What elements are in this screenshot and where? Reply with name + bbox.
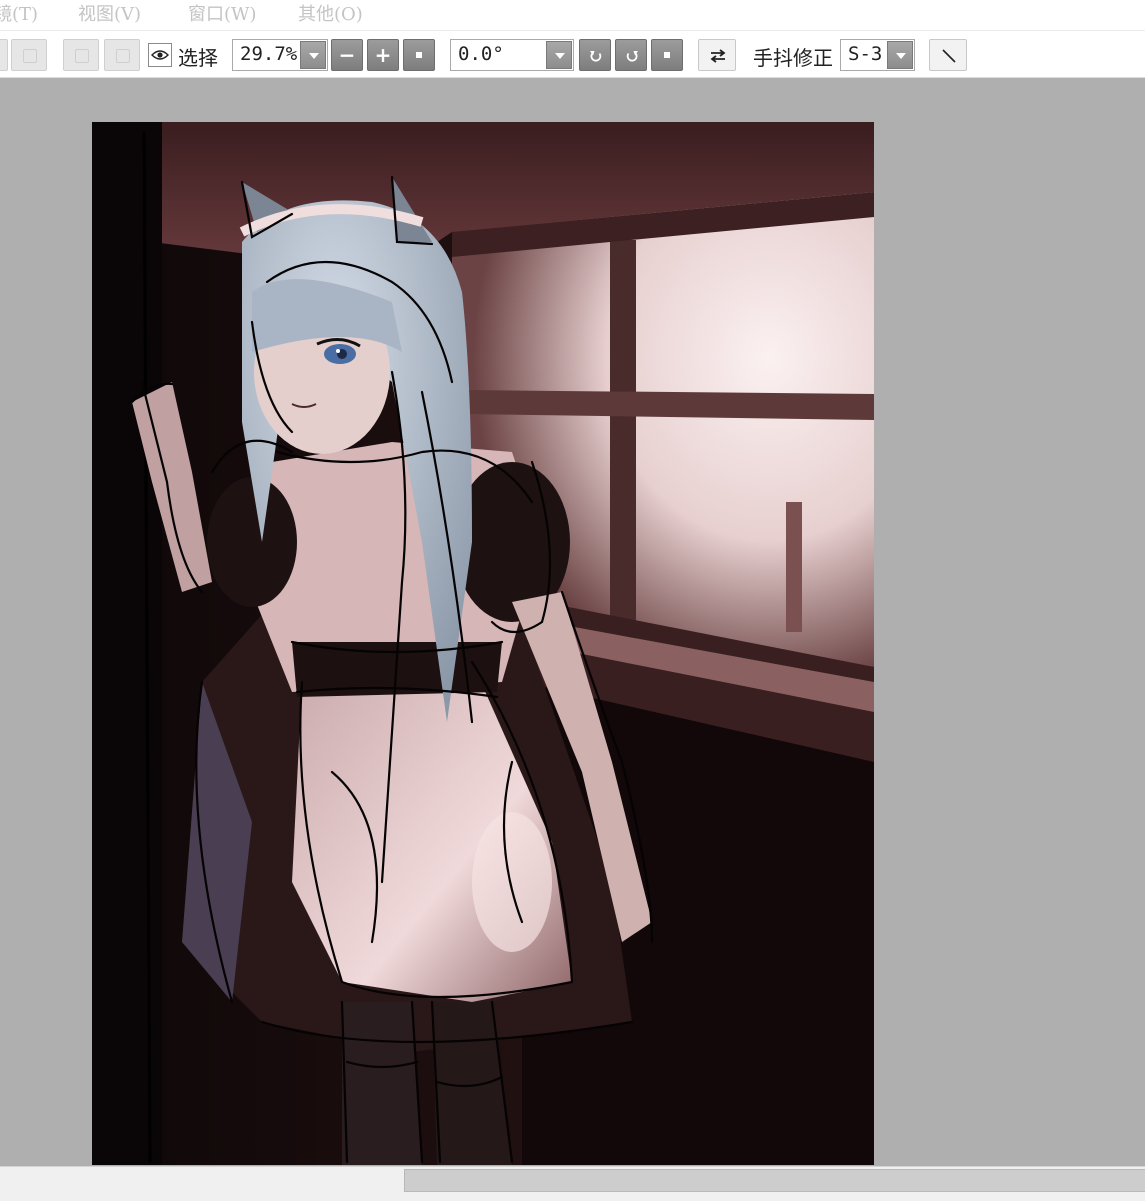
straight-line-icon [942,49,956,63]
deselect-icon [75,49,89,63]
artwork-maid-illustration [92,122,874,1165]
invert-selection-button[interactable] [104,39,140,71]
chevron-down-icon[interactable] [300,41,326,69]
rotate-left-button[interactable] [579,39,611,71]
invert-selection-icon [116,49,130,63]
stop-icon [664,52,670,58]
zoom-in-button[interactable]: + [367,39,399,71]
flip-horizontal-icon [710,49,726,63]
straight-line-button[interactable] [929,39,967,71]
horizontal-scrollbar[interactable] [0,1166,1145,1201]
eye-icon [151,50,169,60]
chevron-down-icon[interactable] [887,41,913,69]
selection-visibility-toggle[interactable] [148,43,172,67]
drawing-canvas[interactable] [92,122,874,1165]
redo-button[interactable] [11,39,47,71]
rotate-right-icon [626,51,638,62]
minus-icon: − [338,43,356,67]
select-label: 选择 [178,46,218,70]
menu-bar: 镜(T) 视图(V) 窗口(W) 其他(O) [0,0,1145,31]
zoom-select[interactable]: 29.7% [232,39,328,71]
stabilizer-value: S-3 [848,43,883,65]
rotate-right-button[interactable] [615,39,647,71]
flip-horizontal-button[interactable] [698,39,736,71]
plus-icon: + [374,43,392,67]
menu-item-other[interactable]: 其他(O) [298,0,363,26]
rotation-select[interactable]: 0.0° [450,39,574,71]
rotation-value: 0.0° [458,43,504,65]
stabilizer-label: 手抖修正 [753,46,833,70]
toolbar-button-disabled[interactable] [0,39,8,71]
stabilizer-select[interactable]: S-3 [840,39,915,71]
menu-item-view[interactable]: 视图(V) [78,0,141,26]
zoom-reset-button[interactable] [403,39,435,71]
deselect-button[interactable] [63,39,99,71]
menu-item-filter[interactable]: 镜(T) [0,0,38,26]
scrollbar-thumb[interactable] [404,1169,1145,1192]
stop-icon [416,52,422,58]
rotation-reset-button[interactable] [651,39,683,71]
redo-icon [23,49,37,63]
rotate-left-icon [590,51,602,62]
chevron-down-icon[interactable] [546,41,572,69]
menu-item-window[interactable]: 窗口(W) [188,0,257,26]
zoom-out-button[interactable]: − [331,39,363,71]
zoom-value: 29.7% [240,43,298,65]
